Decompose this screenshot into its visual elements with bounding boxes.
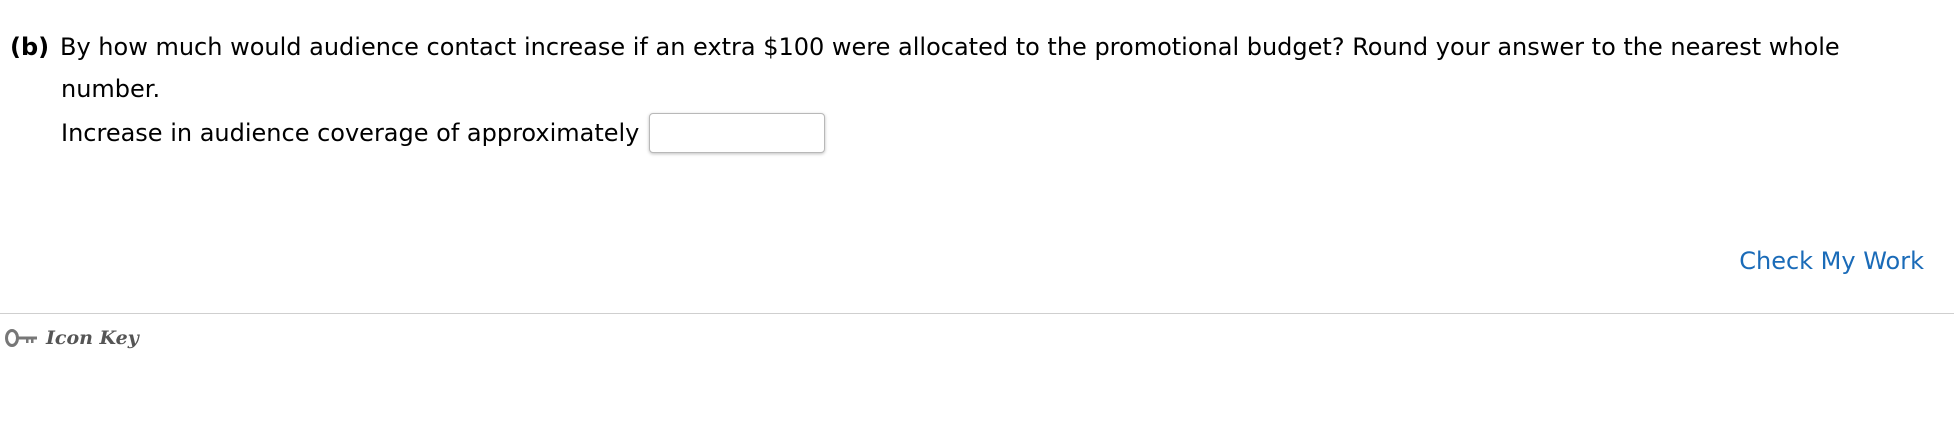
question-text-line2: number.	[61, 75, 161, 103]
check-my-work-link[interactable]: Check My Work	[1739, 247, 1924, 275]
question-label: (b)	[10, 33, 50, 61]
key-icon	[4, 326, 40, 350]
question-line-1: (b) By how much would audience contact in…	[10, 26, 1910, 68]
divider	[0, 313, 1954, 314]
question-b: (b) By how much would audience contact in…	[10, 26, 1910, 110]
icon-key-label: Icon Key	[46, 327, 139, 349]
question-line-2: number.	[10, 68, 1910, 110]
question-text-line1: By how much would audience contact incre…	[60, 33, 1840, 61]
answer-input[interactable]	[649, 113, 826, 153]
answer-row: Increase in audience coverage of approxi…	[61, 113, 826, 153]
icon-key-link[interactable]: Icon Key	[4, 326, 139, 350]
answer-prompt: Increase in audience coverage of approxi…	[61, 119, 640, 147]
